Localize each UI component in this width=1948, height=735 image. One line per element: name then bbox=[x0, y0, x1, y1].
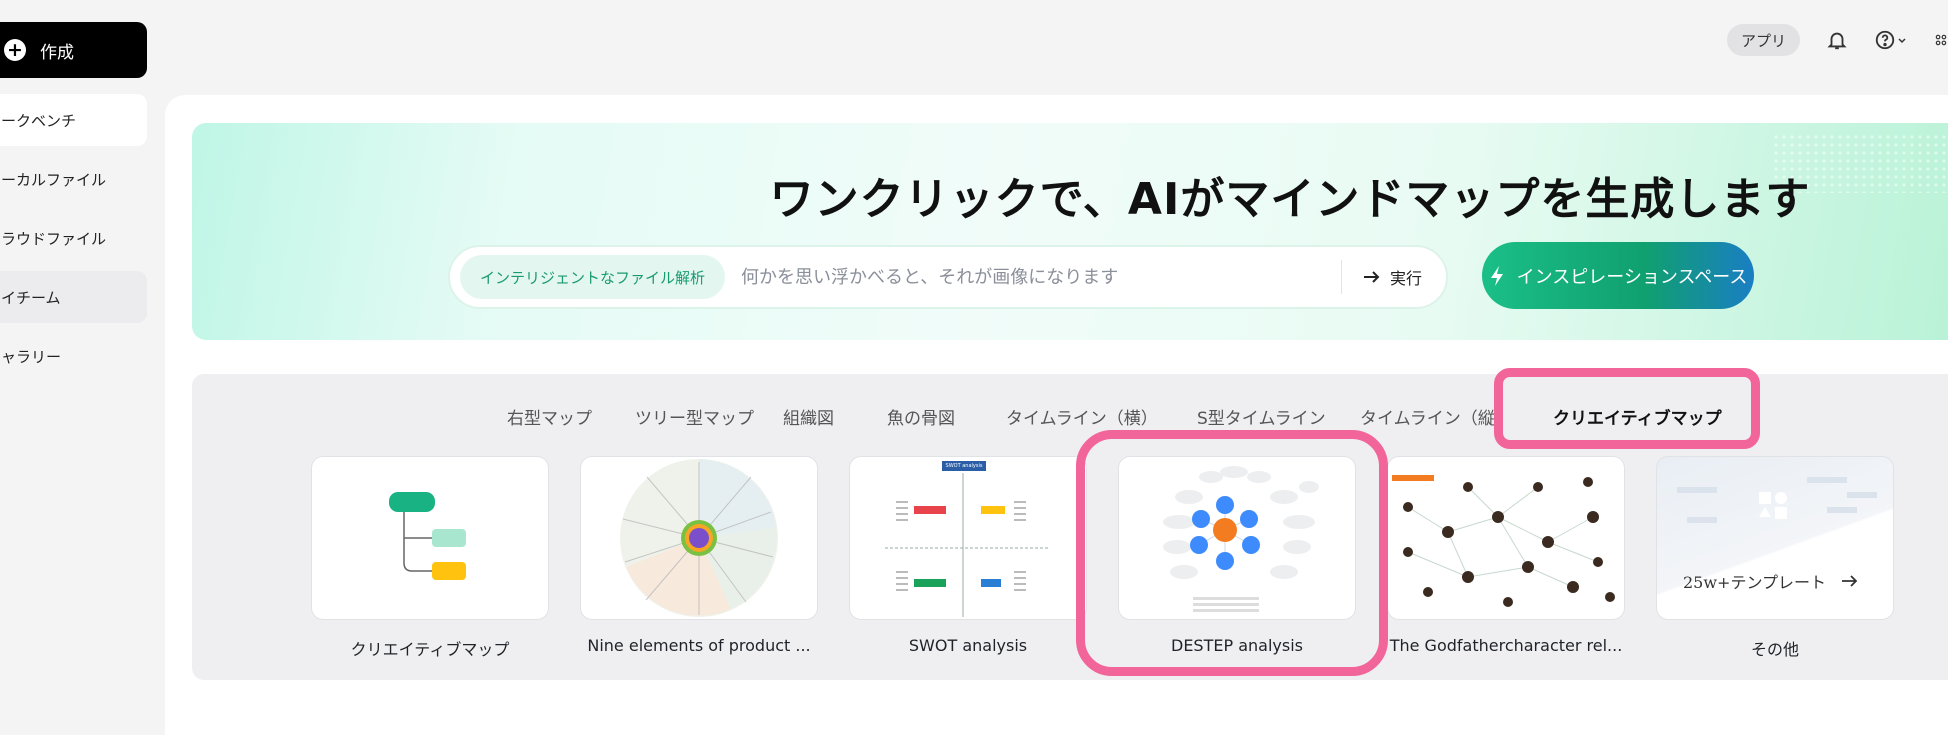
template-card-nine-elements[interactable]: Nine elements of product ... bbox=[580, 456, 818, 655]
card-label: クリエイティブマップ bbox=[350, 640, 510, 659]
sidebar-item-local-files[interactable]: ローカルファイル bbox=[0, 153, 147, 205]
tab-right-map[interactable]: 右型マップ bbox=[507, 404, 592, 429]
sidebar-item-label: マイチーム bbox=[0, 288, 61, 307]
sidebar-item-cloud-files[interactable]: クラウドファイル bbox=[0, 212, 147, 264]
template-logo-icon bbox=[1759, 492, 1787, 519]
divider bbox=[1340, 260, 1342, 294]
hero-banner: ワンクリックで、AIがマインドマップを生成します インテリジェントなファイル解析… bbox=[192, 123, 1948, 340]
arrow-right-icon bbox=[1363, 271, 1380, 283]
grid-menu-icon[interactable] bbox=[1934, 29, 1948, 51]
lightning-icon bbox=[1490, 265, 1503, 286]
create-label: 作成 bbox=[40, 42, 74, 63]
card-label: Nine elements of product ... bbox=[587, 636, 811, 655]
plus-icon: + bbox=[4, 39, 26, 61]
highlight-frame-creative-map-tab bbox=[1494, 368, 1760, 449]
execute-label: 実行 bbox=[1389, 269, 1422, 288]
highlight-frame-destep-card bbox=[1076, 430, 1388, 676]
template-card-more[interactable]: 25w+テンプレート その他 bbox=[1656, 456, 1894, 660]
template-thumbnail bbox=[1387, 456, 1625, 620]
inspiration-space-button[interactable]: インスピレーションスペース bbox=[1482, 242, 1754, 309]
top-right-toolbar: アプリ bbox=[1726, 22, 1948, 58]
sidebar: ワークベンチ ローカルファイル クラウドファイル マイチーム ギャラリー bbox=[0, 94, 147, 389]
execute-button[interactable]: 実行 bbox=[1362, 265, 1422, 289]
help-icon[interactable] bbox=[1874, 29, 1908, 51]
apps-label: アプリ bbox=[1740, 31, 1786, 50]
card-label: SWOT analysis bbox=[908, 636, 1028, 655]
template-card-godfather[interactable]: The Godfathercharacter rel... bbox=[1387, 456, 1625, 655]
sidebar-item-my-team[interactable]: マイチーム bbox=[0, 271, 147, 323]
apps-button[interactable]: アプリ bbox=[1726, 24, 1800, 56]
chip-label: インテリジェントなファイル解析 bbox=[480, 268, 706, 287]
prompt-input[interactable] bbox=[739, 265, 1341, 289]
card-label: その他 bbox=[1750, 640, 1799, 659]
more-templates-text: 25w+テンプレート bbox=[1683, 569, 1860, 593]
sidebar-item-label: クラウドファイル bbox=[0, 229, 107, 248]
template-thumbnail: 25w+テンプレート bbox=[1656, 456, 1894, 620]
ai-search-bar: インテリジェントなファイル解析 実行 bbox=[448, 245, 1448, 309]
more-templates-count: 25w+テンプレート bbox=[1683, 573, 1826, 592]
hero-title: ワンクリックで、AIがマインドマップを生成します bbox=[769, 174, 1811, 225]
tab-fishbone[interactable]: 魚の骨図 bbox=[887, 404, 955, 429]
inspiration-label: インスピレーションスペース bbox=[1516, 266, 1748, 288]
sidebar-item-label: ワークベンチ bbox=[0, 111, 77, 130]
bell-icon[interactable] bbox=[1826, 29, 1848, 51]
create-button[interactable]: + 作成 bbox=[0, 22, 147, 78]
sidebar-item-label: ローカルファイル bbox=[0, 170, 107, 189]
tab-s-timeline[interactable]: S型タイムライン bbox=[1197, 404, 1326, 429]
file-analysis-chip[interactable]: インテリジェントなファイル解析 bbox=[460, 255, 726, 299]
tab-tree-map[interactable]: ツリー型マップ bbox=[635, 404, 754, 429]
tab-timeline-vertical[interactable]: タイムライン（縦） bbox=[1360, 404, 1512, 429]
chevron-down-icon bbox=[1898, 38, 1906, 44]
template-card-creative-map[interactable]: クリエイティブマップ bbox=[311, 456, 549, 660]
tab-timeline-horizontal[interactable]: タイムライン（横） bbox=[1006, 404, 1158, 429]
template-card-swot[interactable]: SWOT analysis SWOT analysis bbox=[849, 456, 1087, 655]
template-thumbnail bbox=[580, 456, 818, 620]
sidebar-item-label: ギャラリー bbox=[0, 347, 62, 366]
template-thumbnail: SWOT analysis bbox=[849, 456, 1087, 620]
sidebar-item-workbench[interactable]: ワークベンチ bbox=[0, 94, 147, 146]
sidebar-item-gallery[interactable]: ギャラリー bbox=[0, 330, 147, 382]
swot-header: SWOT analysis bbox=[942, 461, 986, 471]
card-label: The Godfathercharacter rel... bbox=[1389, 636, 1623, 655]
tab-org-chart[interactable]: 組織図 bbox=[783, 404, 834, 429]
template-thumbnail bbox=[311, 456, 549, 620]
arrow-right-icon bbox=[1841, 575, 1858, 587]
